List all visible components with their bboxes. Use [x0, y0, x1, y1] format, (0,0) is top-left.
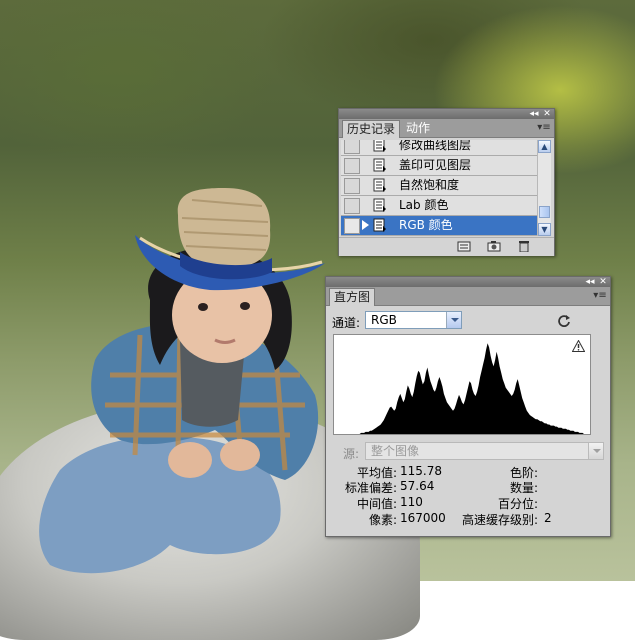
count-label: 数量:: [509, 481, 538, 495]
snapshot-source-box[interactable]: [344, 140, 360, 154]
std-dev-value: 57.64: [400, 479, 435, 493]
history-state-icon: [373, 198, 386, 212]
new-document-from-state-icon[interactable]: [457, 241, 471, 252]
history-item-label: 盖印可见图层: [399, 158, 472, 172]
chevron-down-icon[interactable]: [588, 443, 603, 459]
panel-titlebar[interactable]: ◂◂ ✕: [339, 109, 554, 119]
pixels-value: 167000: [400, 511, 446, 525]
history-item-label: RGB 颜色: [399, 218, 453, 232]
delete-state-icon[interactable]: [517, 241, 531, 252]
median-value: 110: [400, 495, 423, 509]
history-item-label: 自然饱和度: [399, 178, 460, 192]
histogram-chart: [334, 343, 590, 434]
tab-histogram[interactable]: 直方图: [329, 288, 376, 306]
histogram-graph: [333, 334, 591, 435]
history-item-label: 修改曲线图层: [399, 140, 472, 152]
history-item-label: Lab 颜色: [399, 198, 449, 212]
history-item[interactable]: 盖印可见图层: [341, 156, 537, 176]
history-item[interactable]: 自然饱和度: [341, 176, 537, 196]
collapse-icon[interactable]: ◂◂: [528, 109, 540, 119]
histogram-shape: [334, 343, 590, 434]
cache-level-label: 高速缓存级别:: [461, 513, 538, 527]
history-state-icon: [373, 158, 386, 172]
panel-menu-icon[interactable]: ▾≡: [537, 122, 551, 133]
mean-value: 115.78: [400, 464, 442, 478]
percentile-label: 百分位:: [497, 497, 538, 511]
panel-titlebar[interactable]: ◂◂ ✕: [326, 277, 610, 287]
collapse-icon[interactable]: ◂◂: [584, 277, 596, 287]
current-state-marker-icon: [362, 220, 369, 230]
snapshot-source-box[interactable]: [344, 198, 360, 214]
cache-warning-icon[interactable]: [572, 340, 585, 352]
history-item[interactable]: 修改曲线图层: [341, 140, 537, 156]
scroll-up-icon[interactable]: ▲: [538, 140, 551, 153]
channel-value: RGB: [371, 313, 397, 327]
history-scrollbar[interactable]: ▲ ▼: [537, 140, 551, 236]
snapshot-source-box[interactable]: [344, 178, 360, 194]
history-item-selected[interactable]: RGB 颜色: [341, 216, 537, 236]
pixels-label: 像素:: [368, 513, 397, 527]
close-icon[interactable]: ✕: [597, 277, 609, 287]
history-panel: ◂◂ ✕ 历史记录 动作 ▾≡ 修改曲线图层 盖印可见图层 自然饱和度 Lab …: [338, 108, 555, 256]
snapshot-source-box[interactable]: [344, 218, 360, 234]
history-footer: [339, 237, 554, 256]
history-state-icon: [373, 218, 386, 232]
median-label: 中间值:: [356, 497, 397, 511]
history-tab-row: 历史记录 动作 ▾≡: [339, 119, 554, 138]
panel-menu-icon[interactable]: ▾≡: [593, 290, 607, 301]
new-snapshot-icon[interactable]: [487, 241, 501, 252]
refresh-icon[interactable]: [557, 314, 571, 327]
scroll-down-icon[interactable]: ▼: [538, 223, 551, 236]
history-list: 修改曲线图层 盖印可见图层 自然饱和度 Lab 颜色 RGB 颜色: [341, 140, 537, 236]
scrollbar-thumb[interactable]: [539, 206, 550, 218]
source-dropdown[interactable]: 整个图像: [365, 442, 604, 460]
channel-dropdown[interactable]: RGB: [365, 311, 462, 329]
histogram-tab-row: 直方图 ▾≡: [326, 287, 610, 306]
std-dev-label: 标准偏差:: [344, 481, 397, 495]
close-icon[interactable]: ✕: [541, 109, 553, 119]
snapshot-source-box[interactable]: [344, 158, 360, 174]
tab-history[interactable]: 历史记录: [342, 120, 401, 138]
tab-actions[interactable]: 动作: [402, 120, 434, 137]
cache-level-value: 2: [544, 511, 552, 525]
channel-label: 通道:: [332, 316, 361, 330]
history-item[interactable]: Lab 颜色: [341, 196, 537, 216]
source-label: 源:: [343, 447, 360, 461]
source-value: 整个图像: [371, 444, 420, 458]
chevron-down-icon[interactable]: [446, 312, 461, 328]
history-state-icon: [373, 140, 386, 152]
histogram-panel: ◂◂ ✕ 直方图 ▾≡ 通道: RGB 源: 整个图像 平均值: 115.78 …: [325, 276, 611, 537]
history-state-icon: [373, 178, 386, 192]
